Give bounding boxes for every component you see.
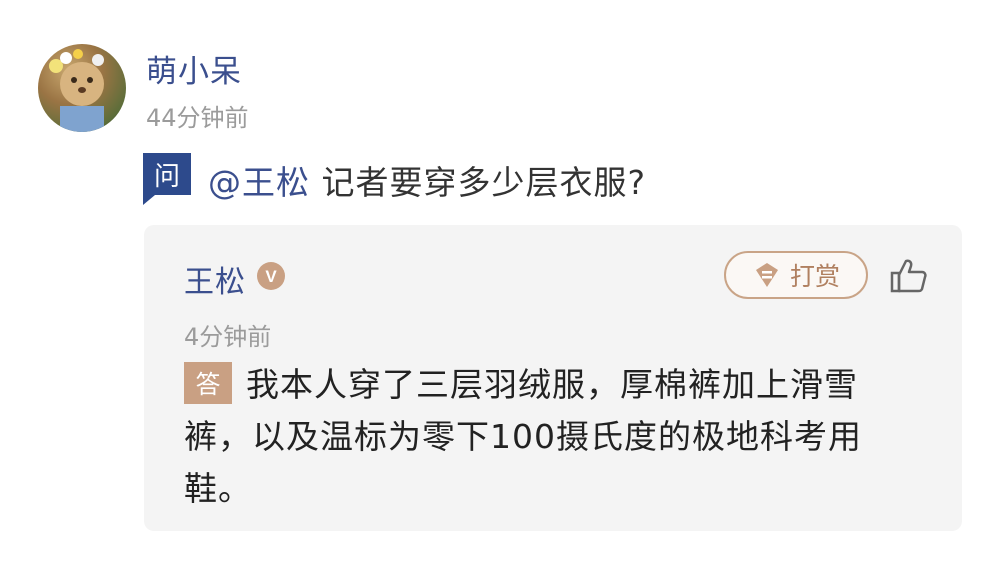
mention-link[interactable]: @王松 [208, 163, 310, 202]
answer-time: 4分钟前 [184, 323, 272, 351]
reward-button-label: 打赏 [789, 262, 840, 291]
reward-coin-icon [755, 263, 778, 287]
verified-v-icon: V [257, 262, 285, 290]
question-badge-tail [143, 195, 155, 205]
verified-label: V [265, 267, 277, 286]
reward-button[interactable]: 打赏 [724, 251, 868, 299]
question-text: 记者要穿多少层衣服? [321, 163, 647, 202]
post-time: 44分钟前 [146, 104, 249, 132]
question-badge: 问 [143, 153, 191, 205]
avatar-image [49, 49, 104, 132]
question-text-line: @王松 记者要穿多少层衣服? [208, 156, 646, 204]
question-badge-label: 问 [143, 153, 191, 195]
answer-card: 王松 V 4分钟前 打赏 答 我本人穿了三层羽绒服，厚棉裤加上滑雪裤，以及温标为… [144, 225, 962, 531]
post-username[interactable]: 萌小呆 [146, 46, 242, 91]
thumbs-up-icon[interactable] [888, 255, 930, 297]
answer-author[interactable]: 王松 [184, 257, 246, 301]
user-avatar[interactable] [38, 44, 126, 132]
answer-text: 我本人穿了三层羽绒服，厚棉裤加上滑雪裤，以及温标为零下100摄氏度的极地科考用鞋… [184, 365, 862, 508]
